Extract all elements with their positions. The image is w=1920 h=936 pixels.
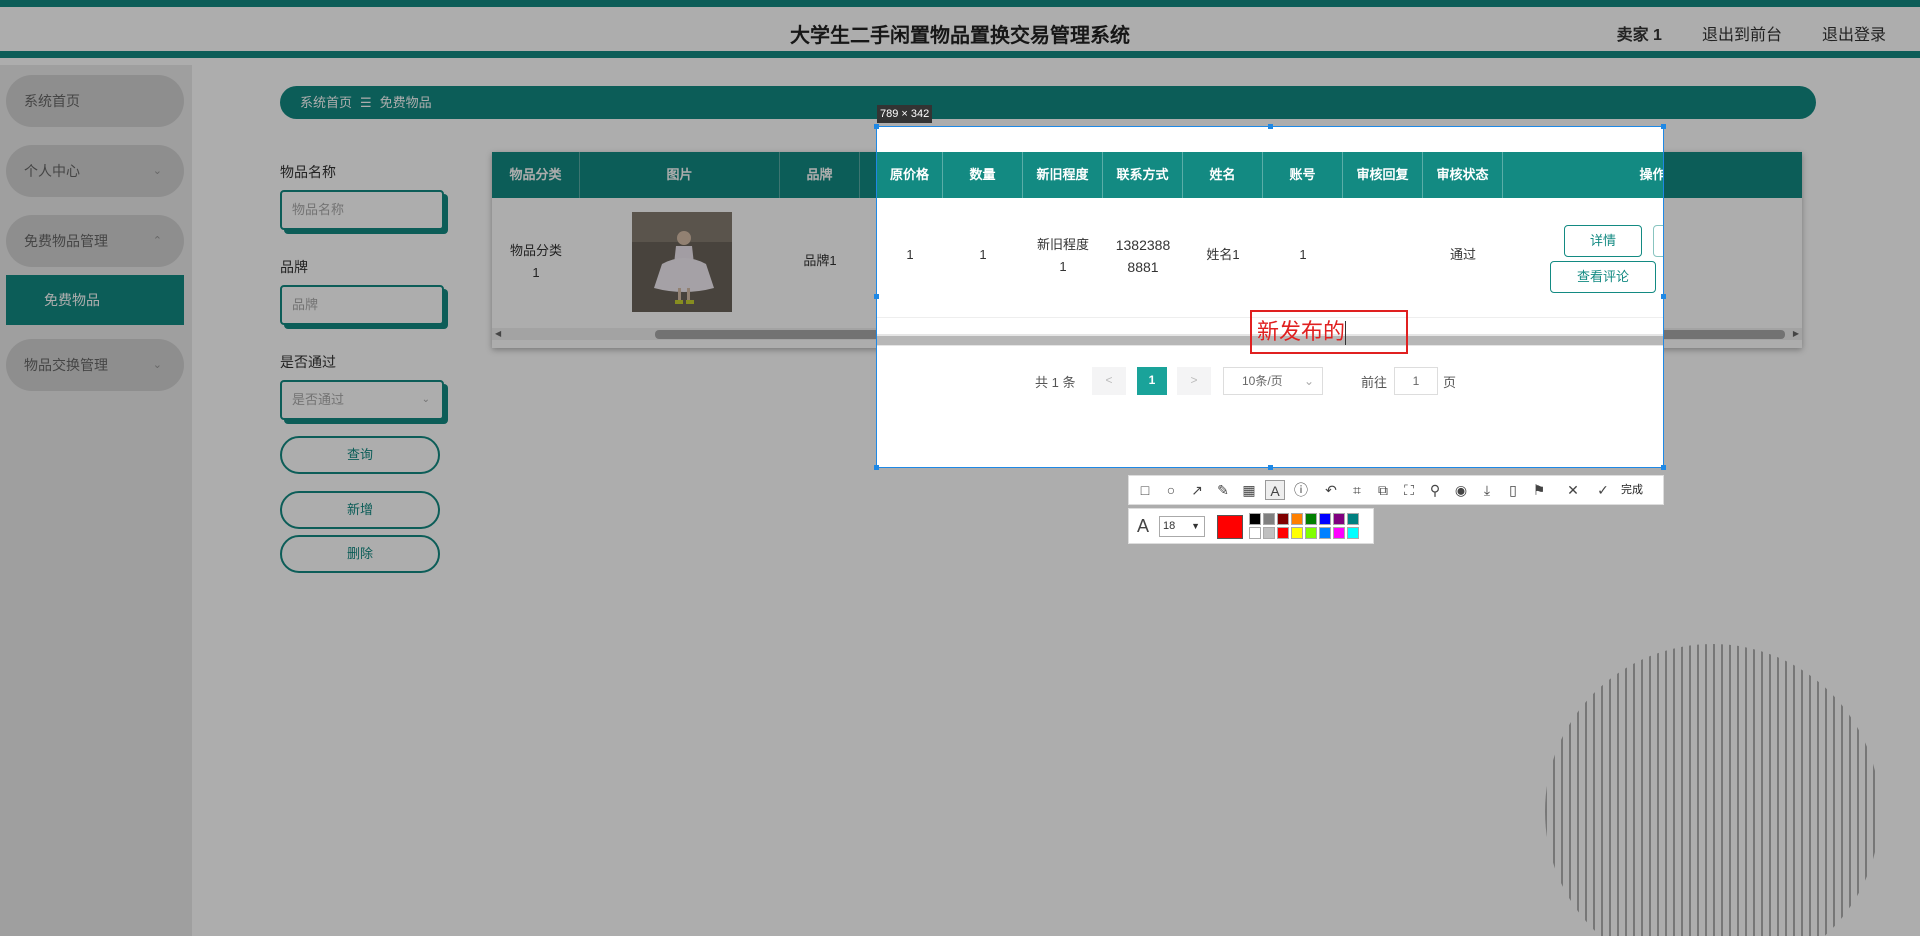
font-size-value: 18 [1163,520,1176,532]
text-icon[interactable]: A [1265,480,1285,500]
resize-handle[interactable] [1268,465,1273,470]
rectangle-icon[interactable]: □ [1135,480,1155,500]
text-annotation-input[interactable]: 新发布的 [1250,310,1408,354]
resize-handle[interactable] [1661,124,1666,129]
done-button[interactable]: 完成 [1621,480,1643,500]
cancel-icon[interactable]: ✕ [1563,480,1583,500]
arrow-icon[interactable]: ↗ [1187,480,1207,500]
color-swatch[interactable] [1249,513,1261,525]
color-swatch[interactable] [1347,513,1359,525]
save-icon[interactable]: ⤓ [1477,480,1497,500]
chevron-down-icon: ▼ [1191,521,1200,531]
screenshot-toolbar: □ ○ ↗ ✎ ▦ A ⓘ ↶ ⌗ ⧉ ⛶ ⚲ ◉ ⤓ ▯ ⚑ ✕ ✓ 完成 [1128,475,1664,505]
resize-handle[interactable] [1661,294,1666,299]
text-style-bar: A 18 ▼ [1128,508,1374,544]
crop-icon[interactable]: ⌗ [1347,480,1367,500]
color-swatch[interactable] [1333,513,1345,525]
font-size-select[interactable]: 18 ▼ [1159,516,1205,537]
current-color-swatch[interactable] [1217,515,1243,539]
color-swatch[interactable] [1333,527,1345,539]
color-swatch[interactable] [1277,513,1289,525]
resize-handle[interactable] [874,294,879,299]
pencil-icon[interactable]: ✎ [1213,480,1233,500]
color-swatch[interactable] [1319,527,1331,539]
ellipse-icon[interactable]: ○ [1161,480,1181,500]
color-swatch[interactable] [1263,527,1275,539]
font-icon: A [1136,516,1149,536]
pin-icon[interactable]: ⚲ [1425,480,1445,500]
annotation-text: 新发布的 [1257,319,1346,344]
record-icon[interactable]: ◉ [1451,480,1471,500]
resize-handle[interactable] [1661,465,1666,470]
ocr-icon[interactable]: ⧉ [1373,480,1393,500]
bookmark-icon[interactable]: ⚑ [1529,480,1549,500]
phone-icon[interactable]: ▯ [1503,480,1523,500]
fullscreen-icon[interactable]: ⛶ [1399,480,1419,500]
resize-handle[interactable] [874,465,879,470]
capture-border[interactable] [876,126,1664,468]
color-swatch[interactable] [1263,513,1275,525]
resize-handle[interactable] [874,124,879,129]
capture-size-label: 789 × 342 [877,105,933,123]
mosaic-icon[interactable]: ▦ [1239,480,1259,500]
color-swatch[interactable] [1291,513,1303,525]
color-swatch[interactable] [1249,527,1261,539]
text-caret [1345,321,1347,346]
color-swatch[interactable] [1291,527,1303,539]
color-swatch[interactable] [1305,513,1317,525]
confirm-icon[interactable]: ✓ [1593,480,1613,500]
color-swatch[interactable] [1277,527,1289,539]
color-swatch[interactable] [1319,513,1331,525]
resize-handle[interactable] [1268,124,1273,129]
undo-icon[interactable]: ↶ [1321,480,1341,500]
color-swatch[interactable] [1347,527,1359,539]
number-icon[interactable]: ⓘ [1291,480,1311,500]
color-swatch[interactable] [1305,527,1317,539]
